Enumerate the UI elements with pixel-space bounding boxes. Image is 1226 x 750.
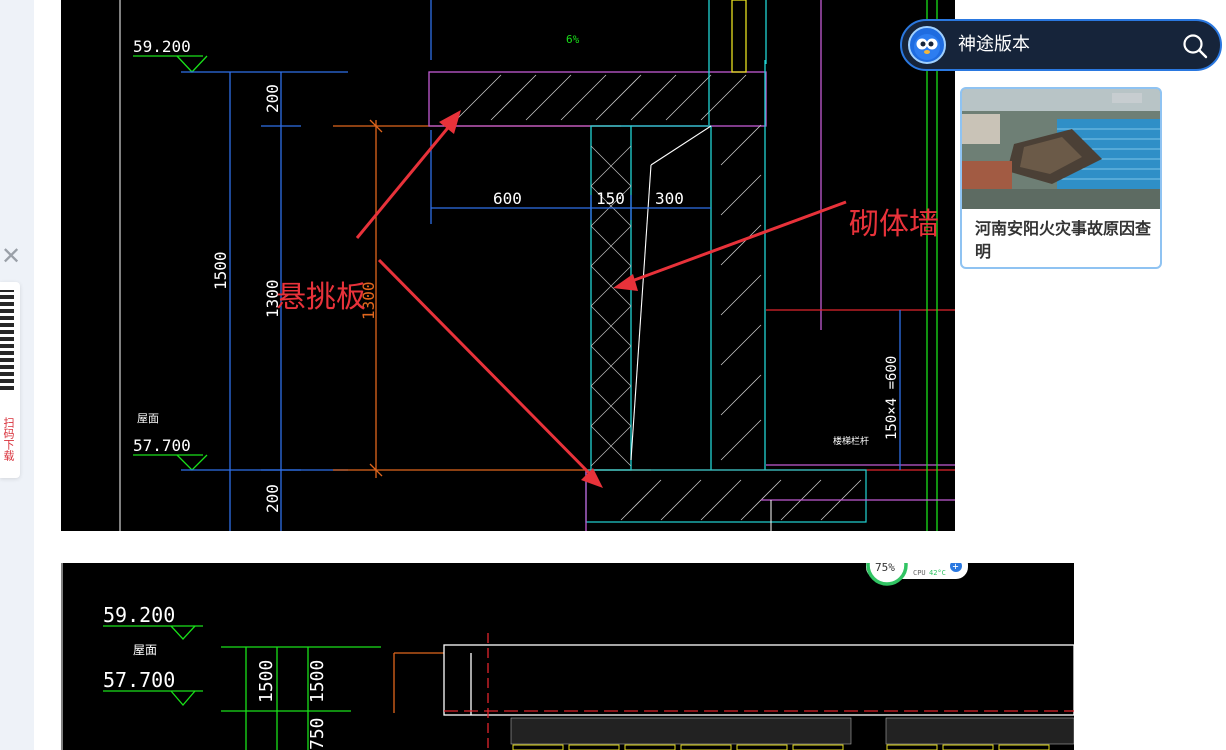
cad1-dim-stair: 150×4 =600	[884, 356, 900, 440]
qr-code-card[interactable]: 扫码下载	[0, 282, 20, 478]
cad2-elev-bottom: 57.700	[103, 668, 175, 692]
news-photo-svg	[962, 89, 1160, 209]
cad1-dim-150: 150	[596, 189, 625, 208]
mascot-avatar-icon[interactable]	[908, 26, 946, 64]
cad1-dim-200-top: 200	[263, 84, 282, 113]
search-widget-label: 神途版本	[958, 34, 1030, 55]
annotation-cantilever-slab: 悬挑板	[276, 280, 366, 315]
cad1-dim-300: 300	[655, 189, 684, 208]
cad1-dim-200-bottom: 200	[263, 484, 282, 513]
annotation-masonry-wall: 砌体墙	[849, 207, 939, 242]
cpu-temp: 42°C	[929, 569, 946, 577]
cad2-floor-label: 屋面	[133, 643, 157, 657]
qr-caption: 扫码下载	[2, 417, 15, 461]
cad-drawing-1-svg: 59.200 57.700 屋面 6% 200 1500 1300 1300 2…	[119, 0, 955, 531]
cpu-label: CPU	[913, 569, 926, 577]
cad1-slope: 6%	[566, 33, 580, 46]
cad-drawing-image-1: 59.200 57.700 屋面 6% 200 1500 1300 1300 2…	[61, 0, 955, 531]
mascot-avatar-svg	[914, 34, 940, 60]
news-card[interactable]: 河南安阳火灾事故原因查明	[960, 87, 1162, 269]
cad-drawing-image-2: 59.200 57.700 屋面 1500 1500 750 75% CPU 4…	[61, 563, 1074, 750]
cad1-elev-bottom: 57.700	[133, 436, 191, 455]
cad1-dim-600: 600	[493, 189, 522, 208]
cad1-floor-label: 屋面	[137, 412, 159, 425]
news-title: 河南安阳火灾事故原因查明	[975, 219, 1152, 261]
cad2-elev-top: 59.200	[103, 603, 175, 627]
news-photo	[962, 89, 1160, 209]
cad1-small-note: 楼梯栏杆	[833, 435, 869, 447]
search-icon-svg	[1183, 34, 1208, 59]
qr-code-image	[0, 290, 14, 390]
search-widget[interactable]: 神途版本	[900, 19, 1222, 71]
cad1-dim-1500: 1500	[211, 251, 230, 290]
perf-percent: 75%	[875, 563, 895, 574]
perf-expand-plus: +	[953, 563, 959, 573]
cad-drawing-2-svg: 59.200 57.700 屋面 1500 1500 750 75% CPU 4…	[61, 563, 1074, 750]
close-icon[interactable]: ✕	[0, 244, 22, 268]
cad2-dim-1500-a: 1500	[256, 660, 277, 703]
cad1-elev-top: 59.200	[133, 37, 191, 56]
cad2-dim-750: 750	[307, 717, 328, 750]
search-icon[interactable]	[1180, 31, 1210, 61]
cad2-dim-1500-b: 1500	[307, 660, 328, 703]
